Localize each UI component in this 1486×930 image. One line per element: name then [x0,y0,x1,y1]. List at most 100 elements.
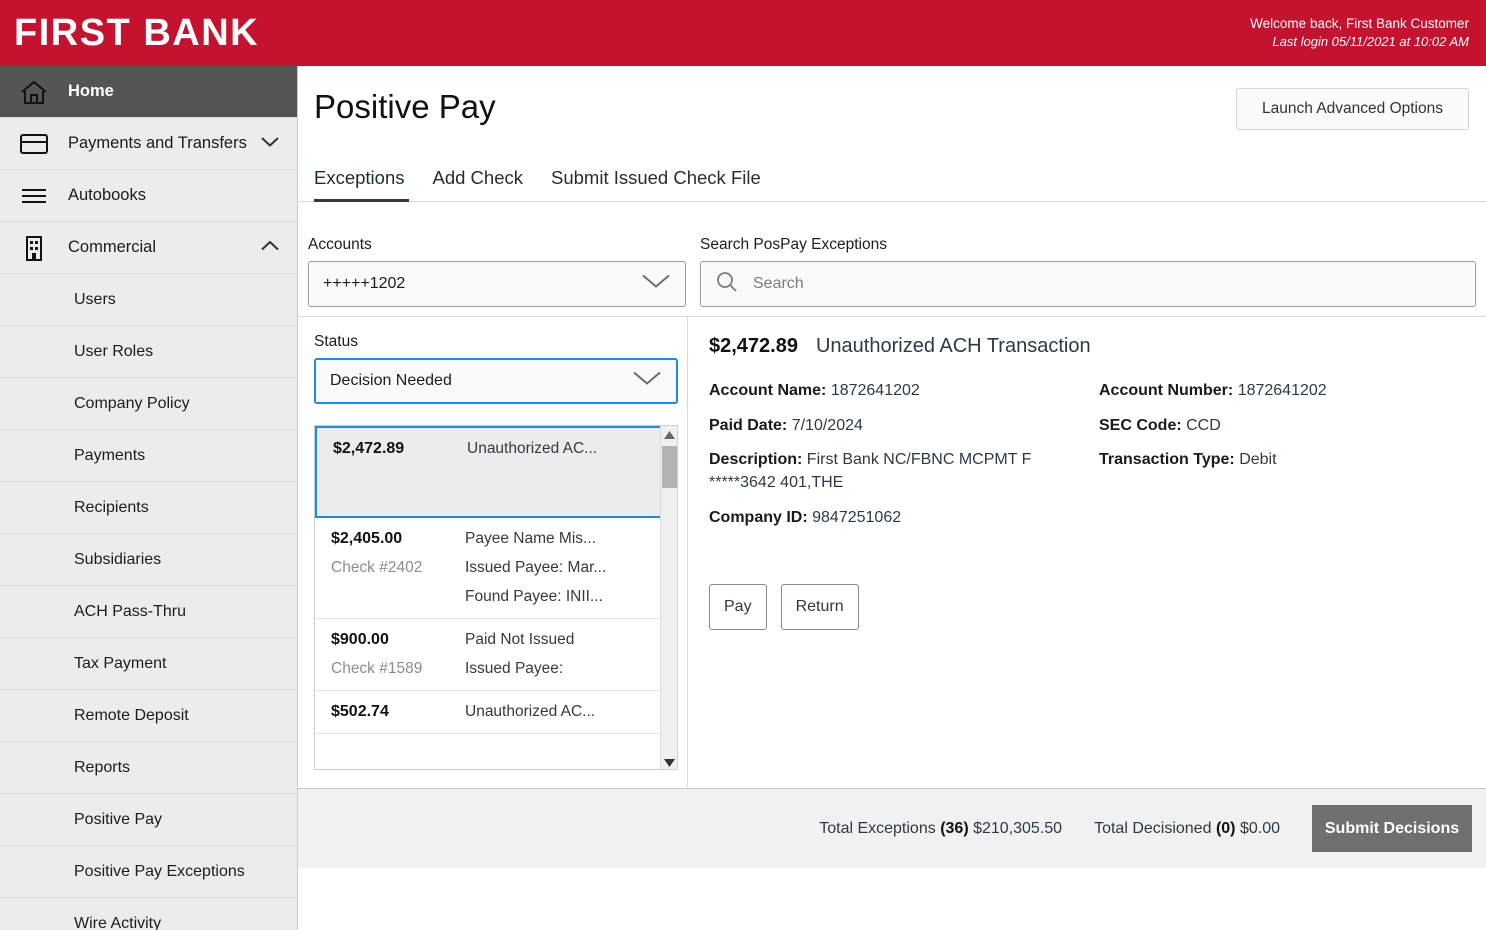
sidebar-item-label: Users [74,290,116,308]
sidebar-item-recipients[interactable]: Recipients [0,482,297,534]
total-exceptions-count: (36) [940,819,969,837]
total-decisioned: Total Decisioned (0) $0.00 [1094,820,1280,838]
search-input[interactable] [753,275,1425,293]
submit-decisions-button[interactable]: Submit Decisions [1312,805,1472,852]
exception-amount: $502.74 [331,703,389,720]
status-select[interactable]: Decision Needed [314,358,678,404]
detail-paid-date-row: Paid Date: 7/10/2024 [709,415,1099,438]
tab-exceptions[interactable]: Exceptions [314,167,419,202]
last-login-message: Last login 05/11/2021 at 10:02 AM [1272,34,1469,50]
tab-submit-issued-check-file[interactable]: Submit Issued Check File [537,167,775,201]
sidebar-item-home[interactable]: Home [0,66,297,118]
bank-logo: FIRST BANK [14,12,260,54]
chevron-down-icon[interactable] [261,136,279,152]
exception-reason: Payee Name Mis... [465,530,596,547]
sidebar-item-commercial[interactable]: Commercial [0,222,297,274]
sidebar-item-autobooks[interactable]: Autobooks [0,170,297,222]
launch-advanced-options-button[interactable]: Launch Advanced Options [1236,88,1469,130]
sidebar-item-label: Tax Payment [74,654,167,672]
detail-company-id-row: Company ID: 9847251062 [709,507,1099,530]
accounts-selected-value: +++++1202 [323,275,406,292]
accounts-label: Accounts [308,236,372,253]
exception-reason: Unauthorized AC... [467,440,598,457]
detail-description-label: Description: [709,451,803,469]
total-exceptions: Total Exceptions (36) $210,305.50 [819,820,1062,838]
pay-button[interactable]: Pay [709,583,767,630]
sidebar-item-user-roles[interactable]: User Roles [0,326,297,378]
detail-transaction-type-value: Debit [1239,451,1277,469]
sidebar-item-positive-pay-exceptions[interactable]: Positive Pay Exceptions [0,846,297,898]
building-icon [0,234,68,262]
sidebar-item-label: Home [68,82,114,100]
sidebar-item-label: User Roles [74,342,154,360]
detail-company-id-label: Company ID: [709,508,808,526]
accounts-select[interactable]: +++++1202 [308,261,686,307]
tab-add-check[interactable]: Add Check [419,167,538,201]
exception-amount: $900.00 [331,631,389,648]
search-filter: Search PosPay Exceptions [700,236,1476,307]
exception-check-number: Check #2402 [331,559,423,576]
sidebar-item-label: Remote Deposit [74,706,189,724]
scrollbar-thumb[interactable] [662,446,677,488]
sidebar-item-positive-pay[interactable]: Positive Pay [0,794,297,846]
detail-transaction-type-row: Transaction Type: Debit [1099,449,1459,472]
sidebar-item-payments[interactable]: Payments [0,430,297,482]
sidebar-item-reports[interactable]: Reports [0,742,297,794]
detail-paid-date-value: 7/10/2024 [791,416,863,434]
detail-account-number-value: 1872641202 [1237,382,1327,399]
exception-list-item[interactable]: $2,405.00 Check #2402 Payee Name Mis... Iss… [315,518,662,619]
chevron-up-icon[interactable] [261,240,279,256]
sidebar-item-subsidiaries[interactable]: Subsidiaries [0,534,297,586]
exception-amount-block: $2,405.00 Check #2402 [331,530,465,606]
total-decisioned-label: Total Decisioned [1094,819,1212,837]
detail-account-name-label: Account Name: [709,382,827,399]
sidebar-item-label: Payments and Transfers [68,134,247,152]
exception-list-item[interactable]: $502.74 Unauthorized AC... [315,691,662,734]
detail-sec-code-value: CCD [1186,416,1221,434]
main-content: Positive Pay Launch Advanced Options Exc… [298,66,1486,930]
exception-found-payee: Found Payee: INII... [465,588,603,605]
total-exceptions-amount: $210,305.50 [973,819,1063,837]
sidebar-item-wire-activity[interactable]: Wire Activity [0,898,297,930]
sidebar-item-remote-deposit[interactable]: Remote Deposit [0,690,297,742]
scroll-down-arrow-icon[interactable] [661,754,677,769]
exception-list-item[interactable]: $900.00 Check #1589 Paid Not Issued Issued … [315,619,662,691]
detail-account-name-row: Account Name: 1872641202 [709,380,1099,403]
welcome-block: Welcome back, First Bank Customer Last l… [1250,14,1486,52]
chevron-down-icon [641,273,671,296]
detail-reason: Unauthorized ACH Transaction [815,335,1091,357]
sidebar-item-label: Reports [74,758,131,776]
detail-account-number-label: Account Number: [1099,382,1234,399]
sidebar-item-payments-and-transfers[interactable]: Payments and Transfers [0,118,297,170]
return-button[interactable]: Return [780,583,859,630]
home-icon [0,78,68,106]
exception-check-number: Check #1589 [331,660,423,677]
sidebar-item-label: Subsidiaries [74,550,162,568]
panels-split: Status Decision Needed $2,472.89 Unauthor… [298,316,1486,787]
sidebar-item-tax-payment[interactable]: Tax Payment [0,638,297,690]
sidebar-item-ach-pass-thru[interactable]: ACH Pass-Thru [0,586,297,638]
exception-reason: Paid Not Issued [465,631,575,648]
search-box[interactable] [700,261,1476,307]
detail-company-id-value: 9847251062 [812,508,902,526]
detail-account-name-value: 1872641202 [830,382,920,399]
exception-amount-block: $2,472.89 [333,440,467,504]
detail-amount: $2,472.89 [709,335,798,357]
detail-transaction-type-label: Transaction Type: [1099,451,1235,469]
exception-list-item[interactable]: $2,472.89 Unauthorized AC... [315,426,662,518]
list-scrollbar[interactable] [660,426,677,769]
accounts-filter: Accounts +++++1202 [308,236,686,307]
credit-card-icon [0,132,68,156]
detail-column-right: Account Number: 1872641202 SEC Code: CCD… [1099,380,1459,542]
detail-account-number-row: Account Number: 1872641202 [1099,380,1459,403]
chevron-down-icon [632,370,662,393]
scroll-up-arrow-icon[interactable] [661,426,677,443]
sidebar-item-company-policy[interactable]: Company Policy [0,378,297,430]
exception-detail-panel: $2,472.89 Unauthorized ACH Transaction A… [689,317,1486,787]
exception-reason-block: Unauthorized AC... [467,440,660,504]
search-icon [715,270,739,299]
status-selected-value: Decision Needed [330,372,452,389]
menu-icon [0,186,68,206]
exception-reason-block: Unauthorized AC... [465,703,662,721]
sidebar-item-users[interactable]: Users [0,274,297,326]
